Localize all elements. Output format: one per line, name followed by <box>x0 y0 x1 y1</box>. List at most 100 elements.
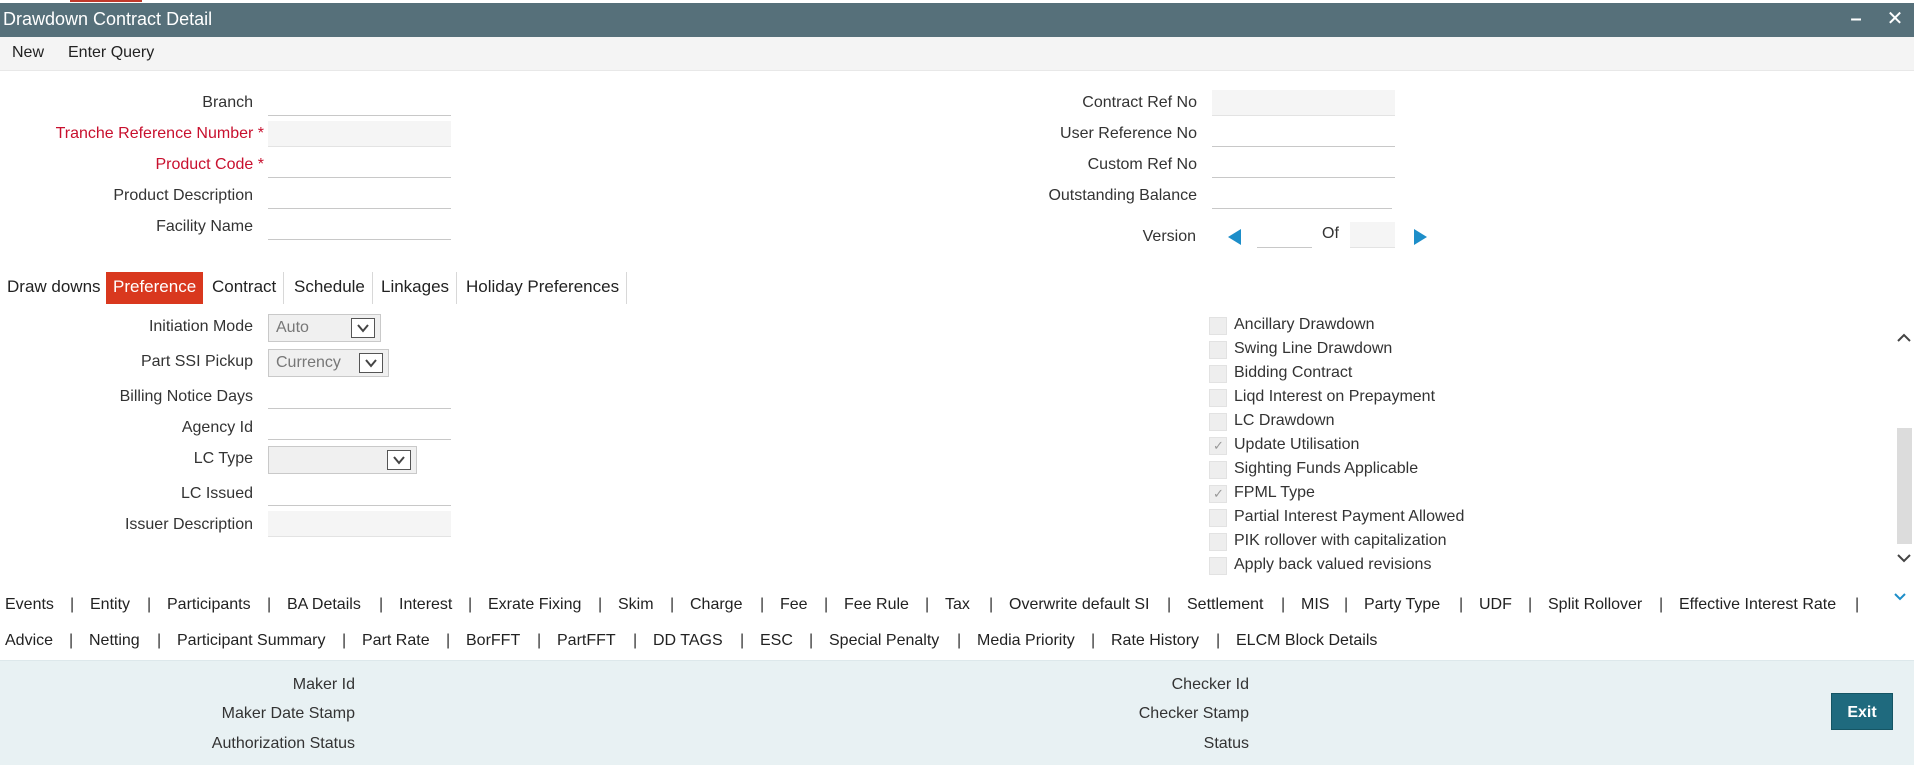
link-participants[interactable]: Participants <box>167 596 251 614</box>
link-charge[interactable]: Charge <box>690 596 742 614</box>
tab-schedule[interactable]: Schedule <box>287 272 373 304</box>
link-mis[interactable]: MIS <box>1301 596 1329 614</box>
outstanding-balance-input[interactable] <box>1212 183 1392 209</box>
link-partfft[interactable]: PartFFT <box>557 632 616 650</box>
link-overwrite-default-si[interactable]: Overwrite default SI <box>1009 596 1150 614</box>
branch-input[interactable] <box>268 90 451 116</box>
new-menu-item[interactable]: New <box>12 44 44 62</box>
link-udf[interactable]: UDF <box>1479 596 1512 614</box>
link-fee-rule[interactable]: Fee Rule <box>844 596 909 614</box>
link-special-penalty[interactable]: Special Penalty <box>829 632 939 650</box>
triangle-right-icon[interactable] <box>1414 229 1427 245</box>
link-separator: | <box>379 596 384 613</box>
checkbox-box[interactable] <box>1209 557 1227 575</box>
custom-ref-label: Custom Ref No <box>1087 156 1197 173</box>
link-tax[interactable]: Tax <box>945 596 970 614</box>
checkbox-box[interactable] <box>1209 317 1227 335</box>
tab-preference[interactable]: Preference <box>106 272 204 304</box>
version-current-input[interactable] <box>1257 222 1312 248</box>
checkbox-box[interactable] <box>1209 509 1227 527</box>
chevron-up-icon[interactable] <box>1896 330 1912 346</box>
version-total-input[interactable] <box>1350 222 1395 248</box>
link-rate-history[interactable]: Rate History <box>1111 632 1199 650</box>
link-split-rollover[interactable]: Split Rollover <box>1548 596 1642 614</box>
link-advice[interactable]: Advice <box>5 632 53 650</box>
checkbox-label: Update Utilisation <box>1234 436 1360 453</box>
checkbox-box[interactable] <box>1209 389 1227 407</box>
checkbox-box[interactable] <box>1209 533 1227 551</box>
link-fee[interactable]: Fee <box>780 596 808 614</box>
link-elcm-block-details[interactable]: ELCM Block Details <box>1236 632 1377 650</box>
lc-type-select[interactable] <box>268 446 417 474</box>
checkbox-box[interactable] <box>1209 341 1227 359</box>
link-separator: | <box>267 596 272 613</box>
link-interest[interactable]: Interest <box>399 596 452 614</box>
tab-draw-downs[interactable]: Draw downs <box>0 272 109 304</box>
chevron-down-icon <box>387 450 411 470</box>
billing-notice-days-input[interactable] <box>268 383 451 409</box>
link-separator: | <box>342 632 347 649</box>
tab-linkages[interactable]: Linkages <box>374 272 458 304</box>
part-ssi-pickup-select[interactable]: Currency <box>268 349 389 377</box>
link-ba-details[interactable]: BA Details <box>287 596 361 614</box>
contract-ref-input[interactable] <box>1212 90 1395 116</box>
close-icon[interactable]: ✕ <box>1884 7 1906 31</box>
exit-button[interactable]: Exit <box>1831 693 1893 730</box>
link-part-rate[interactable]: Part Rate <box>362 632 430 650</box>
link-borfft[interactable]: BorFFT <box>466 632 520 650</box>
link-settlement[interactable]: Settlement <box>1187 596 1263 614</box>
link-participant-summary[interactable]: Participant Summary <box>177 632 326 650</box>
link-exrate-fixing[interactable]: Exrate Fixing <box>488 596 581 614</box>
lc-issued-label: LC Issued <box>180 485 253 502</box>
facility-name-input[interactable] <box>268 214 451 240</box>
audit-footer: Maker Id Maker Date Stamp Authorization … <box>0 660 1914 765</box>
checkbox-box[interactable]: ✓ <box>1209 485 1227 503</box>
agency-id-input[interactable] <box>268 414 451 440</box>
version-label: Version <box>1142 228 1196 245</box>
chevron-down-icon[interactable] <box>1893 590 1907 608</box>
checkbox-box[interactable]: ✓ <box>1209 437 1227 455</box>
menu-bar: New Enter Query <box>0 37 1914 71</box>
link-separator: | <box>1167 596 1172 613</box>
tranche-ref-input[interactable] <box>268 121 451 147</box>
checkbox-label: Sighting Funds Applicable <box>1234 460 1419 477</box>
link-entity[interactable]: Entity <box>90 596 130 614</box>
checkbox-box[interactable] <box>1209 365 1227 383</box>
custom-ref-input[interactable] <box>1212 152 1395 178</box>
enter-query-menu-item[interactable]: Enter Query <box>68 44 154 62</box>
link-esc[interactable]: ESC <box>760 632 793 650</box>
link-netting[interactable]: Netting <box>89 632 140 650</box>
chevron-down-icon[interactable] <box>1896 550 1912 566</box>
link-separator: | <box>1281 596 1286 613</box>
issuer-description-input[interactable] <box>268 511 451 537</box>
initiation-mode-select[interactable]: Auto <box>268 314 381 342</box>
panel-scrollbar[interactable] <box>1892 318 1914 576</box>
link-effective-interest-rate[interactable]: Effective Interest Rate <box>1679 596 1836 614</box>
link-separator: | <box>69 632 74 649</box>
checkbox-label: Partial Interest Payment Allowed <box>1234 508 1465 525</box>
tab-contract[interactable]: Contract <box>205 272 285 304</box>
minimize-icon[interactable]: – <box>1845 7 1867 31</box>
checkbox-label: LC Drawdown <box>1234 412 1335 429</box>
lc-issued-input[interactable] <box>268 480 451 506</box>
checkbox-label: Swing Line Drawdown <box>1234 340 1393 357</box>
checkbox-box[interactable] <box>1209 413 1227 431</box>
link-events[interactable]: Events <box>5 596 54 614</box>
initiation-mode-value: Auto <box>276 319 309 336</box>
user-ref-input[interactable] <box>1212 121 1395 147</box>
link-separator: | <box>670 596 675 613</box>
accent-mark <box>70 0 142 2</box>
link-separator: | <box>1344 596 1349 613</box>
link-dd-tags[interactable]: DD TAGS <box>653 632 723 650</box>
link-separator: | <box>157 632 162 649</box>
product-code-input[interactable] <box>268 152 451 178</box>
link-media-priority[interactable]: Media Priority <box>977 632 1075 650</box>
product-code-label: Product Code * <box>155 156 264 173</box>
checkbox-box[interactable] <box>1209 461 1227 479</box>
link-skim[interactable]: Skim <box>618 596 654 614</box>
product-description-input[interactable] <box>268 183 451 209</box>
scrollbar-thumb[interactable] <box>1897 428 1912 544</box>
link-party-type[interactable]: Party Type <box>1364 596 1440 614</box>
tab-holiday-preferences[interactable]: Holiday Preferences <box>459 272 628 304</box>
triangle-left-icon[interactable] <box>1228 229 1241 245</box>
